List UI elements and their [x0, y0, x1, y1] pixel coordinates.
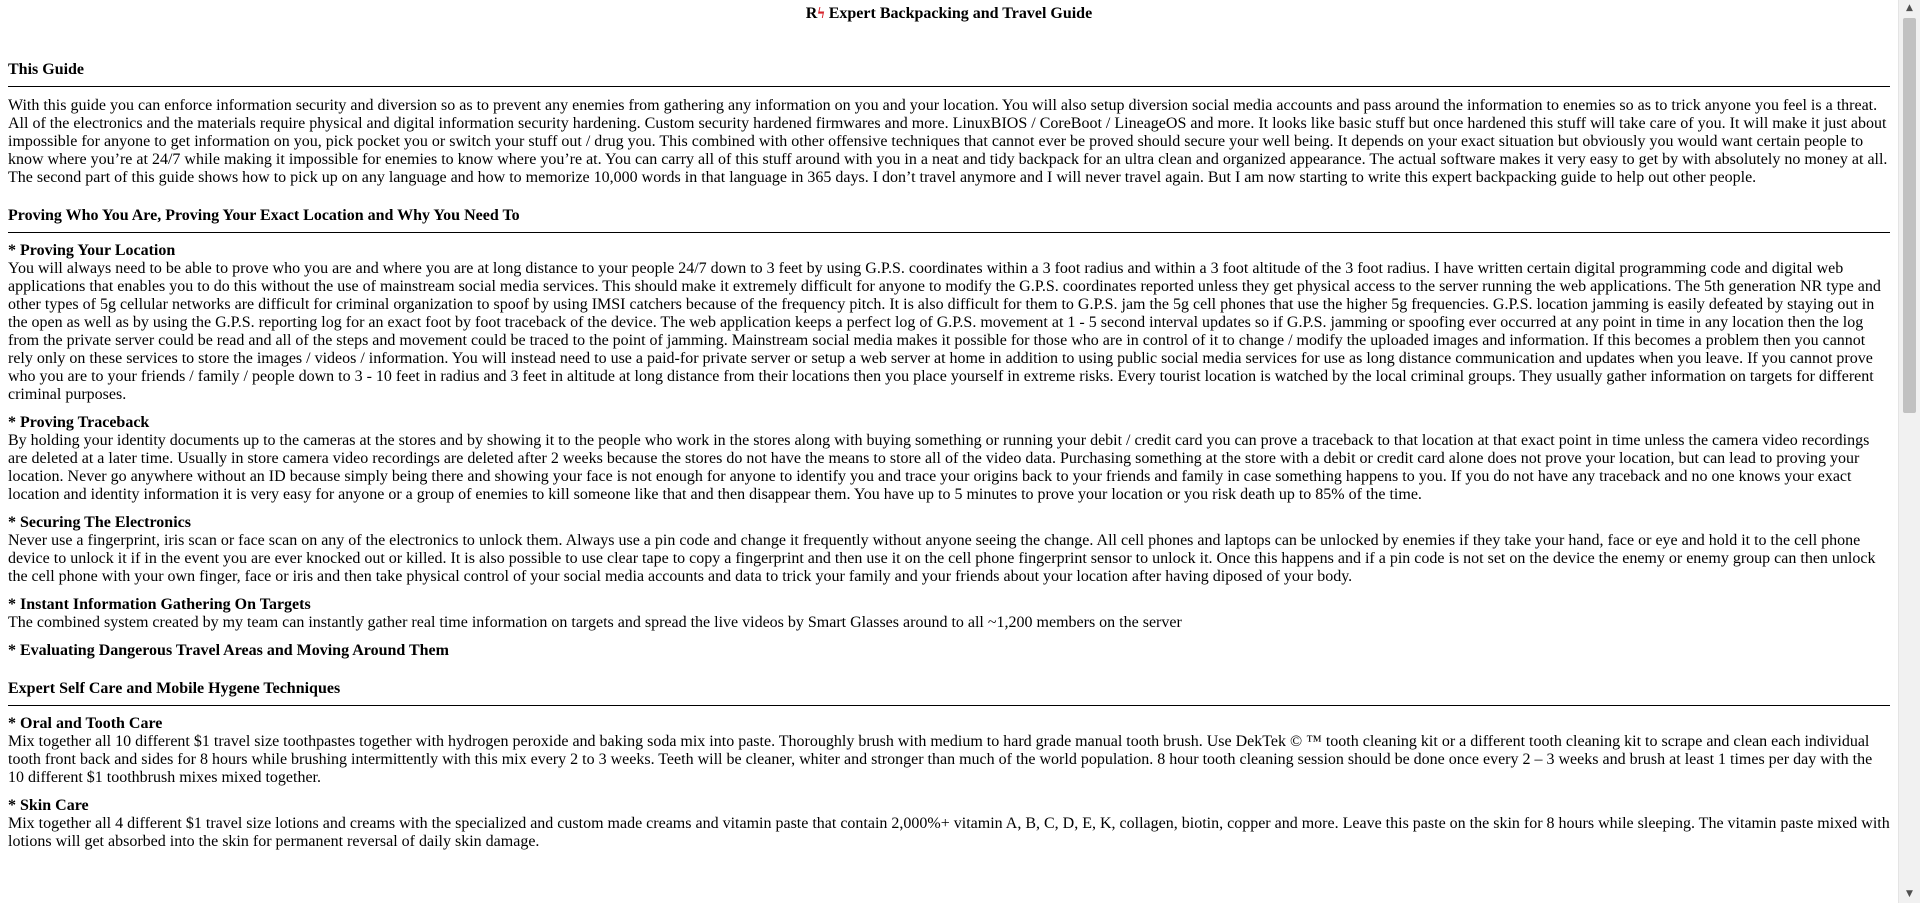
- item-dangerous-areas: * Evaluating Dangerous Travel Areas and …: [8, 642, 1890, 660]
- item-oral-care: * Oral and Tooth Care Mix together all 1…: [8, 715, 1890, 787]
- section-heading: This Guide: [8, 60, 1890, 87]
- item-title: * Proving Traceback: [8, 414, 150, 431]
- vertical-scrollbar[interactable]: ▲ ▼: [1898, 0, 1920, 903]
- section-this-guide: This Guide With this guide you can enfor…: [8, 60, 1890, 187]
- section-proving: Proving Who You Are, Proving Your Exact …: [8, 206, 1890, 660]
- section-paragraph: With this guide you can enforce informat…: [8, 97, 1888, 186]
- item-proving-traceback: * Proving Traceback By holding your iden…: [8, 414, 1890, 504]
- section-heading: Expert Self Care and Mobile Hygene Techn…: [8, 679, 1890, 706]
- bolt-icon: ϟ: [817, 5, 825, 22]
- item-body: You will always need to be able to prove…: [8, 260, 1881, 403]
- item-instant-information: * Instant Information Gathering On Targe…: [8, 596, 1890, 632]
- item-securing-electronics: * Securing The Electronics Never use a f…: [8, 514, 1890, 586]
- item-title: * Instant Information Gathering On Targe…: [8, 596, 311, 613]
- item-body: Mix together all 10 different $1 travel …: [8, 733, 1873, 786]
- section-heading: Proving Who You Are, Proving Your Exact …: [8, 206, 1890, 233]
- item-title: * Proving Your Location: [8, 242, 176, 259]
- scroll-up-icon[interactable]: ▲: [1899, 0, 1920, 17]
- logo-letter: R: [805, 5, 818, 22]
- item-title: * Skin Care: [8, 797, 89, 814]
- item-body: Mix together all 4 different $1 travel s…: [8, 815, 1890, 850]
- item-title: * Securing The Electronics: [8, 514, 191, 531]
- page-title-text: Expert Backpacking and Travel Guide: [828, 5, 1093, 22]
- section-self-care: Expert Self Care and Mobile Hygene Techn…: [8, 679, 1890, 851]
- item-body: By holding your identity documents up to…: [8, 432, 1870, 503]
- page-title: Rϟ Expert Backpacking and Travel Guide: [8, 4, 1890, 24]
- item-title: * Oral and Tooth Care: [8, 715, 163, 732]
- site-logo: Rϟ: [806, 5, 825, 22]
- scrollbar-thumb[interactable]: [1903, 18, 1916, 413]
- document-page: Rϟ Expert Backpacking and Travel Guide Th…: [0, 0, 1898, 903]
- scroll-down-icon[interactable]: ▼: [1899, 886, 1920, 903]
- item-title: * Evaluating Dangerous Travel Areas and …: [8, 642, 449, 659]
- item-body: Never use a fingerprint, iris scan or fa…: [8, 532, 1876, 585]
- item-skin-care: * Skin Care Mix together all 4 different…: [8, 797, 1890, 851]
- item-body: The combined system created by my team c…: [8, 614, 1182, 631]
- item-proving-location: * Proving Your Location You will always …: [8, 242, 1890, 404]
